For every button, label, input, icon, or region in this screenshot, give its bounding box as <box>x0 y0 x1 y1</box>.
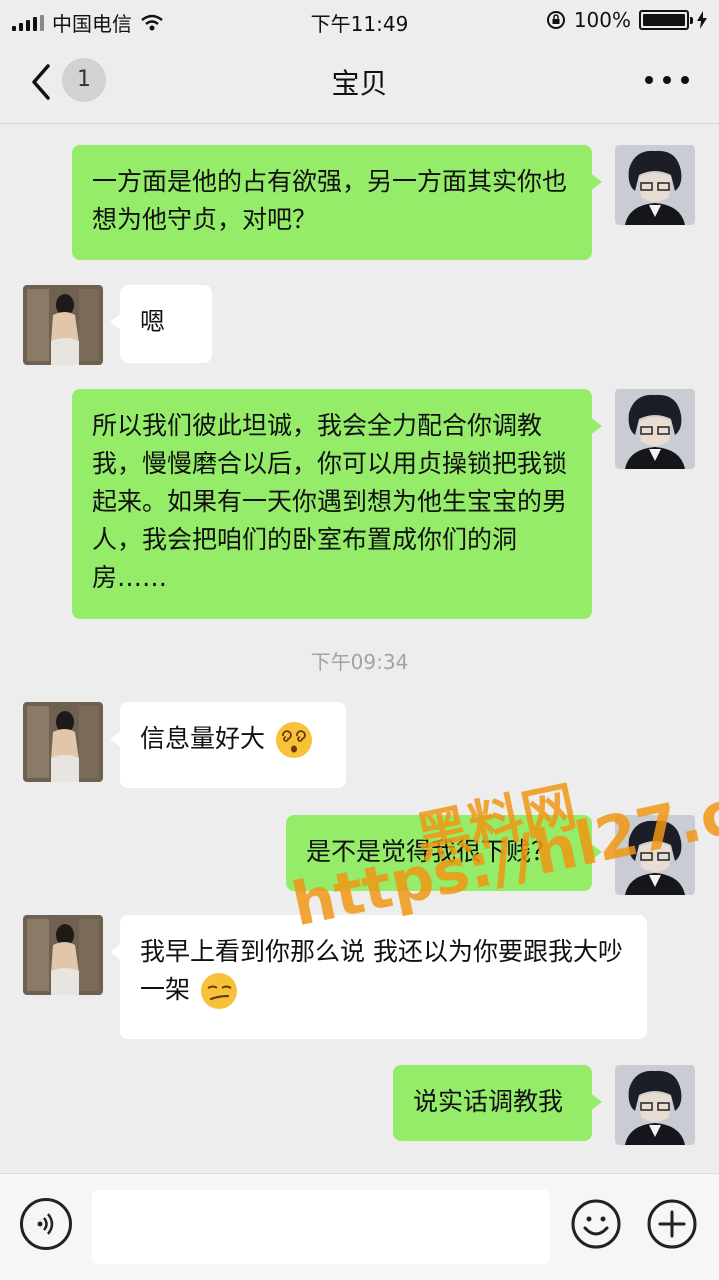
battery-icon <box>639 10 693 30</box>
dizzy-face-icon <box>276 722 313 758</box>
battery-percent: 100% <box>573 8 631 32</box>
message-bubble[interactable]: 说实话调教我 <box>393 1065 602 1141</box>
my-avatar[interactable] <box>615 1065 695 1145</box>
chat-header: 1 宝贝 <box>0 40 719 124</box>
charging-icon <box>697 11 707 29</box>
rotation-lock-icon <box>546 11 565 29</box>
chat-title: 宝贝 <box>331 67 388 100</box>
message-bubble[interactable]: 嗯 <box>110 285 212 363</box>
message-input[interactable] <box>92 1190 550 1264</box>
more-options-icon[interactable] <box>645 68 689 92</box>
contact-avatar[interactable] <box>23 702 103 782</box>
message-bubble[interactable]: 信息量好大 <box>110 702 346 788</box>
message-bubble[interactable]: 一方面是他的占有欲强，另一方面其实你也想为他守贞，对吧？ <box>72 145 602 260</box>
message-list[interactable]: 一方面是他的占有欲强，另一方面其实你也想为他守贞，对吧？ 嗯 所以我们彼此坦诚，… <box>0 125 719 1173</box>
my-avatar[interactable] <box>615 145 695 225</box>
status-bar: 中国电信 下午11:49 100% <box>0 0 719 40</box>
message-bubble[interactable]: 所以我们彼此坦诚，我会全力配合你调教我，慢慢磨合以后，你可以用贞操锁把我锁起来。… <box>72 389 602 619</box>
add-more-icon[interactable] <box>646 1198 698 1250</box>
input-bar <box>0 1173 719 1280</box>
my-avatar[interactable] <box>615 389 695 469</box>
voice-input-icon[interactable] <box>20 1198 72 1250</box>
emoji-icon[interactable] <box>570 1198 622 1250</box>
smirk-face-icon <box>201 973 238 1009</box>
contact-avatar[interactable] <box>23 285 103 365</box>
contact-avatar[interactable] <box>23 915 103 995</box>
message-bubble[interactable]: 我早上看到你那么说 我还以为你要跟我大吵一架 <box>110 915 647 1039</box>
message-timestamp: 下午09:34 <box>310 650 409 674</box>
